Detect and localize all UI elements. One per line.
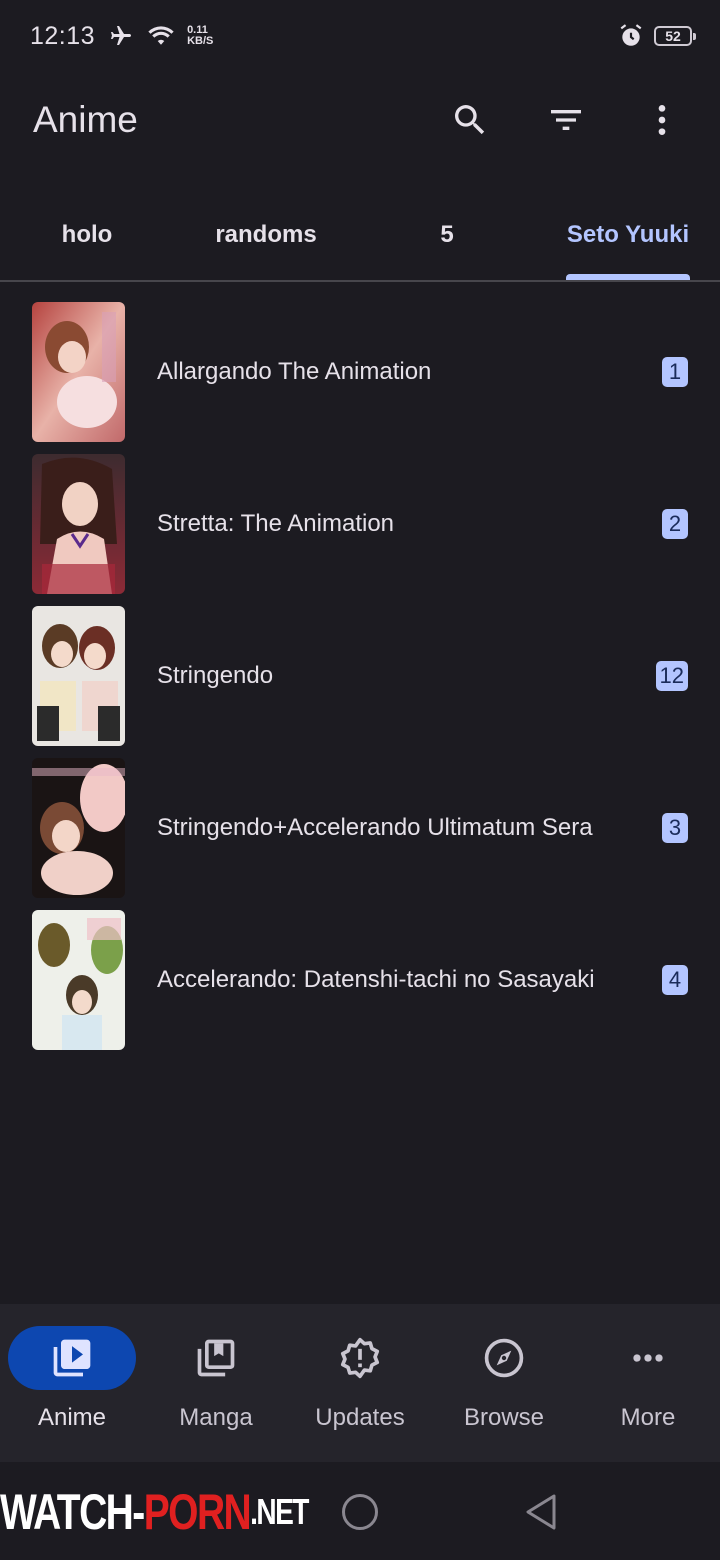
cover-image	[32, 606, 125, 746]
tab-randoms[interactable]: randoms	[196, 190, 336, 280]
video-library-icon	[53, 1339, 91, 1377]
list-item[interactable]: Allargando The Animation 1	[0, 296, 720, 448]
nav-active-indicator	[8, 1326, 136, 1390]
nav-item-updates[interactable]: Updates	[288, 1304, 432, 1462]
list-item[interactable]: Stretta: The Animation 2	[0, 448, 720, 600]
watermark: WATCH- PORN .NET	[0, 1484, 309, 1540]
filter-button[interactable]	[538, 92, 594, 148]
unseen-count-badge: 12	[655, 661, 688, 691]
explore-icon	[484, 1338, 524, 1378]
nav-label: Browse	[463, 1404, 545, 1431]
nav-label: Manga	[179, 1404, 253, 1431]
search-icon	[455, 105, 485, 135]
watermark-part: .NET	[250, 1491, 309, 1532]
bottom-navigation: Anime Manga Updates Browse More	[0, 1304, 720, 1462]
nav-item-more[interactable]: More	[576, 1304, 720, 1462]
network-speed-unit: KB/S	[187, 35, 214, 47]
wifi-icon	[147, 25, 175, 47]
nav-icon-wrap	[440, 1326, 568, 1390]
more-vert-icon	[658, 105, 666, 135]
network-speed: 0.11 KB/S	[187, 25, 213, 47]
anime-list: Allargando The Animation 1 Stretta: The …	[0, 296, 720, 1056]
nav-icon-wrap	[296, 1326, 424, 1390]
unseen-count-badge: 3	[662, 813, 688, 843]
cover-image	[32, 302, 125, 442]
new-releases-icon	[340, 1337, 380, 1379]
status-left: 12:13 0.11 KB/S	[30, 22, 213, 51]
app-bar-actions	[442, 92, 690, 148]
nav-item-anime[interactable]: Anime	[0, 1304, 144, 1462]
item-title: Stretta: The Animation	[157, 510, 395, 537]
unseen-count-badge: 1	[662, 357, 688, 387]
nav-item-manga[interactable]: Manga	[144, 1304, 288, 1462]
item-title: Stringendo	[157, 662, 274, 689]
filter-list-icon	[551, 110, 581, 130]
list-item[interactable]: Accelerando: Datenshi-tachi no Sasayaki …	[0, 904, 720, 1056]
item-title: Stringendo+Accelerando Ultimatum Sera	[157, 814, 593, 841]
list-item[interactable]: Stringendo+Accelerando Ultimatum Sera 3	[0, 752, 720, 904]
top-app-bar: Anime	[0, 72, 720, 168]
tab-5[interactable]: 5	[420, 190, 474, 280]
status-right: 52	[618, 23, 696, 49]
unseen-count-badge: 2	[662, 509, 688, 539]
battery-indicator: 52	[654, 26, 696, 46]
tab-label: Seto Yuuki	[566, 221, 690, 248]
list-item[interactable]: Stringendo 12	[0, 600, 720, 752]
nav-icon-wrap	[584, 1326, 712, 1390]
item-title: Accelerando: Datenshi-tachi no Sasayaki	[157, 966, 595, 993]
cover-image	[32, 454, 125, 594]
status-time: 12:13	[30, 21, 96, 50]
tab-seto-yuuki[interactable]: Seto Yuuki	[566, 190, 690, 280]
status-bar: 12:13 0.11 KB/S 52	[0, 0, 720, 72]
watermark-part: PORN	[143, 1484, 252, 1540]
unseen-count-badge: 4	[662, 965, 688, 995]
page-title: Anime	[33, 99, 138, 140]
nav-label: Updates	[315, 1404, 405, 1431]
collections-icon	[197, 1339, 235, 1377]
alarm-icon	[618, 23, 644, 49]
back-button[interactable]	[522, 1492, 558, 1537]
search-button[interactable]	[442, 92, 498, 148]
nav-label: Anime	[37, 1404, 107, 1431]
overflow-menu-button[interactable]	[634, 92, 690, 148]
cover-image	[32, 758, 125, 898]
watermark-part: WATCH-	[0, 1484, 145, 1540]
home-button[interactable]	[342, 1494, 378, 1530]
nav-icon-wrap	[152, 1326, 280, 1390]
nav-item-browse[interactable]: Browse	[432, 1304, 576, 1462]
more-horiz-icon	[633, 1354, 663, 1362]
item-title: Allargando The Animation	[157, 358, 432, 385]
system-navigation-bar: WATCH- PORN .NET	[0, 1462, 720, 1560]
back-triangle-icon	[526, 1494, 556, 1530]
nav-label: More	[620, 1404, 676, 1431]
cover-image	[32, 910, 125, 1050]
category-tabs: holo randoms 5 Seto Yuuki	[0, 190, 720, 282]
airplane-mode-icon	[107, 24, 135, 48]
tab-holo[interactable]: holo	[32, 190, 142, 280]
active-tab-indicator	[566, 274, 690, 280]
